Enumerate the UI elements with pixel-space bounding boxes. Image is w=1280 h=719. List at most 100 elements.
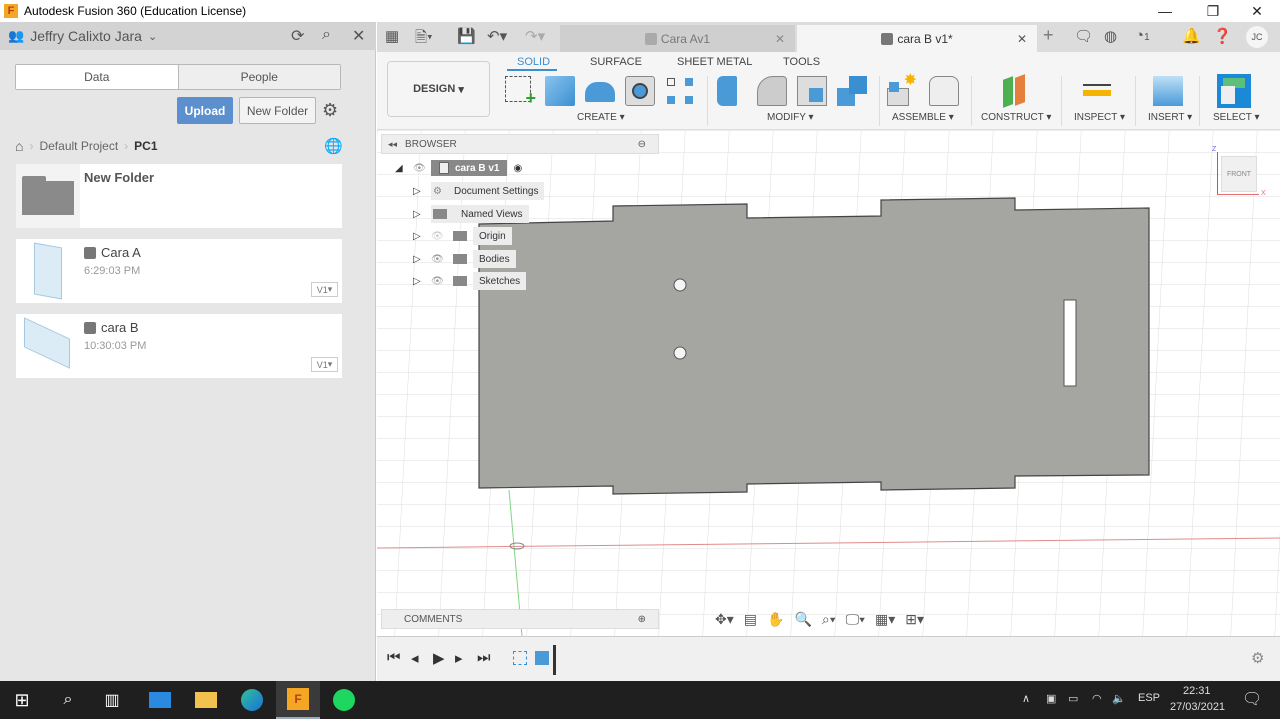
new-component-icon[interactable]: ✸: [887, 72, 917, 106]
volume-icon[interactable]: 🔈: [1112, 692, 1126, 705]
tree-root[interactable]: ◢ 👁 cara B v1 ◉: [395, 160, 522, 176]
look-at-icon[interactable]: ▤: [744, 611, 757, 628]
restore-button[interactable]: ❐: [1190, 0, 1236, 22]
action-center-icon[interactable]: 🗨: [1242, 689, 1262, 709]
fillet-icon[interactable]: [757, 76, 787, 106]
go-to-end-icon[interactable]: ⏭: [477, 649, 491, 666]
expand-triangle-icon[interactable]: ▷: [413, 254, 431, 265]
language-indicator[interactable]: ESP: [1138, 692, 1160, 704]
close-panel-icon[interactable]: ✕: [352, 26, 365, 46]
activate-radio-icon[interactable]: ◉: [513, 163, 522, 174]
select-icon[interactable]: [1217, 74, 1251, 108]
job-status-icon[interactable]: ◔1: [1135, 27, 1150, 44]
fit-icon[interactable]: ⌕▾: [822, 611, 836, 628]
tree-node[interactable]: ▷ 👁 Origin: [413, 227, 512, 245]
collapse-browser-icon[interactable]: ◂◂: [388, 139, 397, 150]
display-settings-icon[interactable]: 🖵▾: [846, 611, 865, 628]
hole-icon[interactable]: [625, 76, 655, 106]
list-item[interactable]: cara B 10:30:03 PM V1 ▾: [16, 314, 342, 378]
create-sketch-icon[interactable]: +: [505, 76, 536, 108]
close-tab-icon[interactable]: ✕: [775, 32, 785, 46]
timeline-marker[interactable]: [553, 645, 556, 675]
hidden-eye-icon[interactable]: 👁: [431, 231, 453, 242]
press-pull-icon[interactable]: [717, 76, 737, 106]
tab-solid[interactable]: SOLID: [517, 56, 550, 68]
file-explorer-icon[interactable]: [192, 686, 220, 714]
windows-start-icon[interactable]: ⊞: [8, 686, 36, 714]
save-icon[interactable]: 💾: [457, 27, 476, 45]
task-view-icon[interactable]: ▥: [98, 686, 126, 714]
step-forward-icon[interactable]: ▸: [455, 649, 463, 667]
clock-date[interactable]: 27/03/2021: [1170, 701, 1225, 713]
team-selector[interactable]: 👥 Jeffry Calixto Jara ⌄: [8, 28, 157, 44]
undo-icon[interactable]: ↶▾: [487, 27, 507, 45]
timeline-sketch-feature[interactable]: [513, 651, 527, 665]
file-menu-icon[interactable]: 🗎▾: [415, 27, 433, 52]
comments-panel[interactable]: COMMENTS ⊕: [381, 609, 659, 629]
tab-surface[interactable]: SURFACE: [590, 56, 642, 68]
expand-triangle-icon[interactable]: ▷: [413, 276, 431, 287]
joint-icon[interactable]: [929, 76, 959, 106]
browser-panel-header[interactable]: ◂◂ BROWSER ⊖: [381, 134, 659, 154]
insert-group-menu[interactable]: INSERT ▾: [1148, 112, 1192, 123]
workspace-switcher[interactable]: DESIGN ▾: [387, 61, 490, 117]
play-icon[interactable]: ▶: [433, 649, 445, 667]
grid-settings-icon[interactable]: ▦▾: [875, 611, 895, 628]
pin-icon[interactable]: ⊖: [638, 139, 646, 150]
new-tab-plus-icon[interactable]: +: [1043, 25, 1054, 46]
expand-triangle-icon[interactable]: ▷: [413, 186, 431, 197]
version-dropdown[interactable]: V1 ▾: [311, 357, 338, 372]
close-window-button[interactable]: ✕: [1234, 0, 1280, 22]
pattern-icon[interactable]: [665, 76, 695, 106]
upload-button[interactable]: Upload: [177, 97, 233, 124]
home-icon[interactable]: ⌂: [15, 138, 23, 154]
mail-app-icon[interactable]: [146, 686, 174, 714]
inspect-group-menu[interactable]: INSPECT ▾: [1074, 112, 1125, 123]
search-icon[interactable]: ⌕: [54, 686, 82, 714]
breadcrumb-project[interactable]: Default Project: [39, 139, 118, 153]
insert-image-icon[interactable]: [1153, 76, 1183, 106]
root-component[interactable]: cara B v1: [431, 160, 508, 176]
tab-people[interactable]: People: [177, 65, 340, 89]
fusion-360-taskbar-icon[interactable]: F: [276, 681, 320, 719]
visibility-eye-icon[interactable]: 👁: [431, 276, 453, 287]
construct-group-menu[interactable]: CONSTRUCT ▾: [981, 112, 1051, 123]
tab-tools[interactable]: TOOLS: [783, 56, 820, 68]
data-panel-grid-icon[interactable]: ▦: [385, 27, 399, 45]
tree-node[interactable]: ▷ 👁 Bodies: [413, 250, 516, 268]
redo-icon[interactable]: ↷▾: [525, 27, 545, 45]
combine-icon[interactable]: [837, 76, 867, 106]
revolve-icon[interactable]: [585, 82, 615, 102]
notification-bell-icon[interactable]: 🔔: [1182, 27, 1201, 45]
select-group-menu[interactable]: SELECT ▾: [1213, 112, 1260, 123]
extensions-icon[interactable]: ◍: [1104, 27, 1117, 45]
close-tab-icon[interactable]: ✕: [1017, 32, 1027, 46]
spotify-icon[interactable]: [330, 686, 358, 714]
add-comment-icon[interactable]: ⊕: [638, 614, 646, 625]
tab-data[interactable]: Data: [16, 65, 178, 89]
step-back-icon[interactable]: ◂: [411, 649, 419, 667]
tab-sheet-metal[interactable]: SHEET METAL: [677, 56, 752, 68]
go-to-start-icon[interactable]: ⏮: [387, 649, 401, 666]
modify-group-menu[interactable]: MODIFY ▾: [767, 112, 814, 123]
wifi-icon[interactable]: ◠: [1092, 692, 1102, 705]
extrude-icon[interactable]: [545, 76, 575, 106]
visibility-eye-icon[interactable]: 👁: [431, 254, 453, 265]
measure-icon[interactable]: [1083, 76, 1113, 106]
minimize-button[interactable]: —: [1142, 0, 1188, 22]
tree-node[interactable]: ▷ ⚙ Document Settings: [413, 182, 545, 200]
version-dropdown[interactable]: V1 ▾: [311, 282, 338, 297]
viewcube-front-face[interactable]: FRONT: [1221, 156, 1257, 192]
help-icon[interactable]: ❓: [1213, 27, 1232, 45]
tree-node[interactable]: ▷ 👁 Sketches: [413, 272, 527, 290]
search-icon[interactable]: ⌕: [322, 26, 331, 44]
timeline-extrude-feature[interactable]: [535, 651, 549, 665]
show-hidden-icons[interactable]: ∧: [1022, 692, 1030, 705]
timeline-settings-gear-icon[interactable]: ⚙: [1251, 649, 1264, 667]
user-avatar[interactable]: JC: [1246, 26, 1268, 48]
zoom-icon[interactable]: 🔍: [794, 611, 811, 628]
shell-icon[interactable]: [797, 76, 827, 106]
viewports-icon[interactable]: ⊞▾: [905, 611, 924, 628]
assemble-group-menu[interactable]: ASSEMBLE ▾: [892, 112, 954, 123]
create-group-menu[interactable]: CREATE ▾: [577, 112, 625, 123]
